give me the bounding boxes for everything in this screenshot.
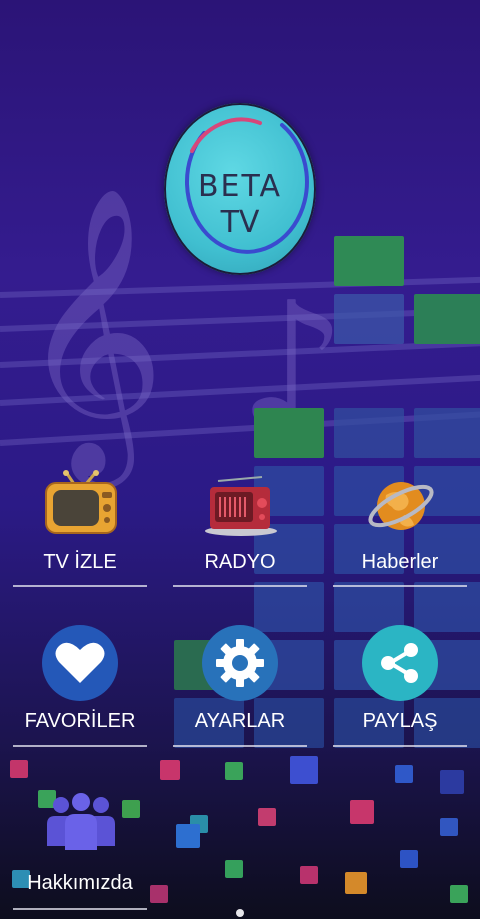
tv-watch-button[interactable]: TV İZLE [10, 465, 150, 590]
share-label: PAYLAŞ [362, 710, 438, 732]
equalizer-block [334, 236, 404, 286]
confetti-square [150, 885, 168, 903]
logo-subtitle: TV [220, 205, 260, 240]
confetti-square [300, 866, 318, 884]
confetti-square [176, 824, 200, 848]
tv-icon [44, 470, 118, 541]
users-icon [43, 792, 119, 857]
equalizer-block [334, 294, 404, 344]
favorites-label: FAVORİLER [24, 710, 136, 732]
divider [333, 585, 467, 587]
globe-icon [366, 473, 436, 544]
confetti-square [345, 872, 367, 894]
news-button[interactable]: Haberler [330, 465, 470, 590]
about-label: Hakkımızda [27, 872, 133, 894]
equalizer-block [414, 408, 480, 458]
tv-watch-label: TV İZLE [43, 551, 117, 573]
confetti-square [10, 760, 28, 778]
confetti-square [350, 800, 374, 824]
gear-icon [202, 625, 278, 701]
favorites-button[interactable]: FAVORİLER [10, 625, 150, 750]
share-button[interactable]: PAYLAŞ [330, 625, 470, 750]
radio-button[interactable]: RADYO [170, 465, 310, 590]
share-icon [362, 625, 438, 701]
divider [13, 745, 147, 747]
equalizer-block [254, 408, 324, 458]
confetti-square [450, 885, 468, 903]
about-button[interactable]: Hakkımızda [10, 790, 150, 915]
confetti-square [395, 765, 413, 783]
confetti-square [160, 760, 180, 780]
confetti-square [290, 756, 318, 784]
divider [333, 745, 467, 747]
equalizer-block [414, 294, 480, 344]
divider [13, 585, 147, 587]
logo-title: BETA [197, 169, 283, 204]
divider [173, 585, 307, 587]
equalizer-block [334, 408, 404, 458]
app-logo: BETA TV [164, 103, 316, 275]
settings-button[interactable]: AYARLAR [170, 625, 310, 750]
divider [173, 745, 307, 747]
radio-icon [204, 475, 278, 542]
confetti-square [225, 860, 243, 878]
confetti-square [258, 808, 276, 826]
confetti-square [440, 818, 458, 836]
radio-label: RADYO [204, 551, 276, 573]
confetti-square [400, 850, 418, 868]
news-label: Haberler [361, 551, 439, 573]
settings-label: AYARLAR [194, 710, 286, 732]
confetti-square [225, 762, 243, 780]
divider [13, 908, 147, 910]
page-indicator-dot [236, 909, 244, 917]
confetti-square [440, 770, 464, 794]
heart-icon [42, 625, 118, 701]
